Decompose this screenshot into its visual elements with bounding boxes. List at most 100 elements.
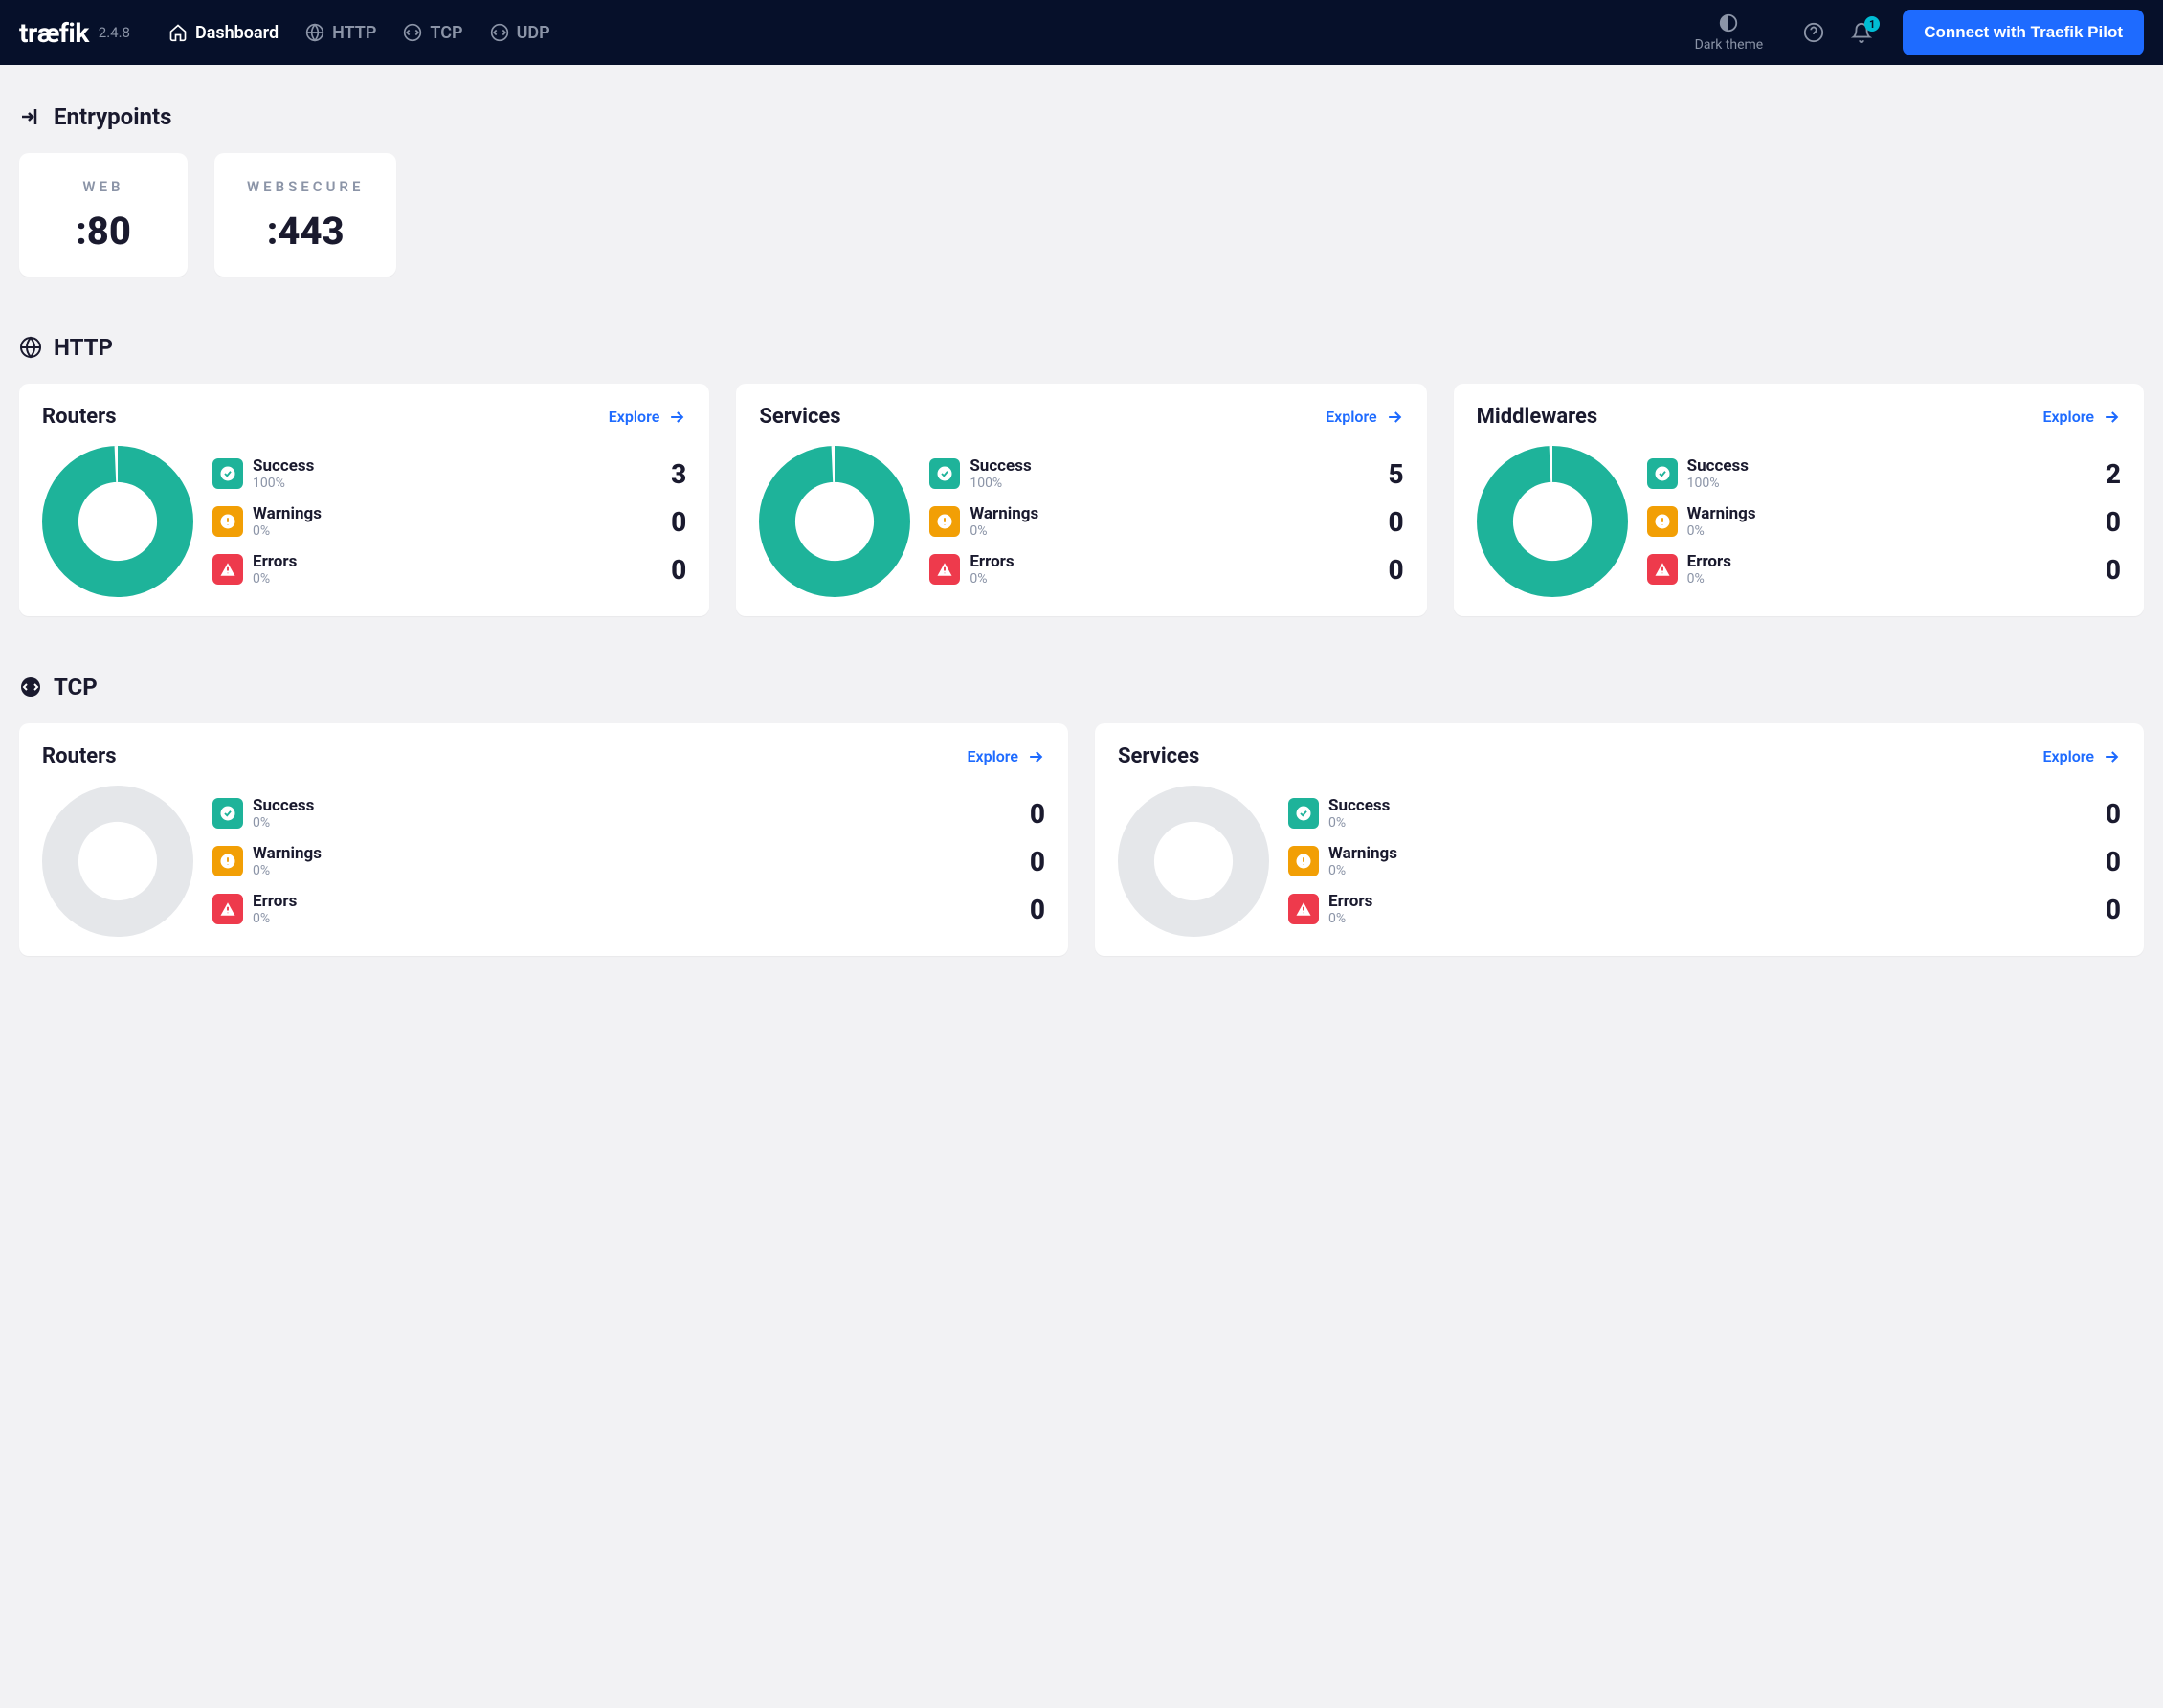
arrow-right-icon [2102,747,2121,766]
explore-label: Explore [609,408,660,426]
stat-pct: 0% [1328,815,2096,831]
nav-label: Dashboard [195,23,279,43]
stat-row-warnings: Warnings0% 0 [929,504,1403,539]
http-routers-card: Routers Explore Success100% 3 Warnings0%… [19,384,709,616]
stat-row-success: Success100% 5 [929,456,1403,491]
theme-toggle[interactable]: Dark theme [1695,12,1764,53]
donut-chart [759,446,910,597]
stat-count: 0 [1030,798,1045,830]
stat-label: Errors [253,552,661,571]
error-icon [1288,894,1319,924]
success-icon [212,798,243,829]
donut-chart [42,786,193,937]
help-icon[interactable] [1803,22,1824,43]
nav-label: HTTP [332,23,376,43]
stat-label: Success [970,456,1378,476]
stat-pct: 0% [253,863,1020,878]
http-middlewares-card: Middlewares Explore Success100% 2 Warnin… [1454,384,2144,616]
stat-row-success: Success100% 3 [212,456,686,491]
stat-count: 0 [671,506,686,538]
stat-pct: 0% [253,815,1020,831]
stat-label: Warnings [970,504,1378,523]
swap-icon [490,23,509,42]
stat-label: Success [253,796,1020,815]
stat-pct: 0% [970,571,1378,587]
stat-row-warnings: Warnings0% 0 [212,504,686,539]
nav-http[interactable]: HTTP [305,23,376,43]
stat-row-warnings: Warnings0% 0 [1288,844,2121,878]
stat-row-errors: Errors0% 0 [212,552,686,587]
globe-icon [305,23,324,42]
stat-pct: 100% [970,476,1378,491]
stat-row-errors: Errors0% 0 [212,892,1045,926]
explore-label: Explore [1326,408,1377,426]
theme-label: Dark theme [1695,37,1764,53]
stat-label: Errors [1687,552,2096,571]
stat-count: 3 [671,458,686,490]
stat-pct: 0% [970,523,1378,539]
stat-row-warnings: Warnings0% 0 [1647,504,2121,539]
stat-label: Success [253,456,661,476]
success-icon [1647,458,1678,489]
swap-icon [403,23,422,42]
stat-count: 0 [671,554,686,586]
stat-label: Warnings [1328,844,2096,863]
logo: træfik [19,17,89,49]
entrypoint-port: :443 [247,209,364,254]
arrow-right-icon [667,408,686,427]
http-cards-row: Routers Explore Success100% 3 Warnings0%… [19,384,2144,616]
version-label: 2.4.8 [99,24,130,41]
notifications-icon[interactable]: 1 [1851,22,1872,43]
explore-link[interactable]: Explore [2042,747,2121,766]
explore-link[interactable]: Explore [967,747,1045,766]
stat-label: Errors [253,892,1020,911]
stat-row-errors: Errors0% 0 [1288,892,2121,926]
explore-link[interactable]: Explore [609,408,687,427]
arrow-right-icon [1026,747,1045,766]
tcp-routers-card: Routers Explore Success0% 0 Warnings0% 0 [19,723,1068,956]
stat-row-success: Success100% 2 [1647,456,2121,491]
section-title: TCP [54,674,98,700]
stat-pct: 0% [1328,911,2096,926]
stat-count: 0 [1030,846,1045,877]
arrow-right-icon [2102,408,2121,427]
nav-dashboard[interactable]: Dashboard [168,23,279,43]
section-http-header: HTTP [19,334,2144,361]
stat-count: 0 [2106,798,2121,830]
nav-udp[interactable]: UDP [490,23,550,43]
warning-icon [1647,506,1678,537]
entrypoint-name: WEBSECURE [247,178,364,195]
stat-pct: 0% [253,523,661,539]
nav-tcp[interactable]: TCP [403,23,462,43]
stat-label: Success [1328,796,2096,815]
tcp-services-card: Services Explore Success0% 0 Warnings0% … [1095,723,2144,956]
explore-label: Explore [2042,747,2094,765]
globe-icon [19,336,42,359]
warning-icon [212,846,243,876]
stat-label: Warnings [1687,504,2096,523]
error-icon [212,554,243,585]
entrypoint-card[interactable]: WEBSECURE :443 [214,153,396,277]
stat-row-errors: Errors0% 0 [1647,552,2121,587]
warning-icon [929,506,960,537]
entrypoint-name: WEB [52,178,155,195]
stat-pct: 0% [1328,863,2096,878]
notification-badge: 1 [1864,16,1880,32]
success-icon [929,458,960,489]
stat-pct: 0% [1687,571,2096,587]
stat-pct: 100% [253,476,661,491]
card-title: Services [759,405,840,429]
donut-chart [42,446,193,597]
arrow-right-icon [1385,408,1404,427]
donut-chart [1118,786,1269,937]
stat-row-errors: Errors0% 0 [929,552,1403,587]
explore-link[interactable]: Explore [2042,408,2121,427]
explore-link[interactable]: Explore [1326,408,1404,427]
stat-row-warnings: Warnings0% 0 [212,844,1045,878]
connect-pilot-button[interactable]: Connect with Traefik Pilot [1903,10,2144,55]
stat-label: Errors [970,552,1378,571]
stat-count: 0 [1389,554,1404,586]
entrypoint-card[interactable]: WEB :80 [19,153,188,277]
entrypoints-icon [19,105,42,128]
nav-label: UDP [517,23,550,43]
